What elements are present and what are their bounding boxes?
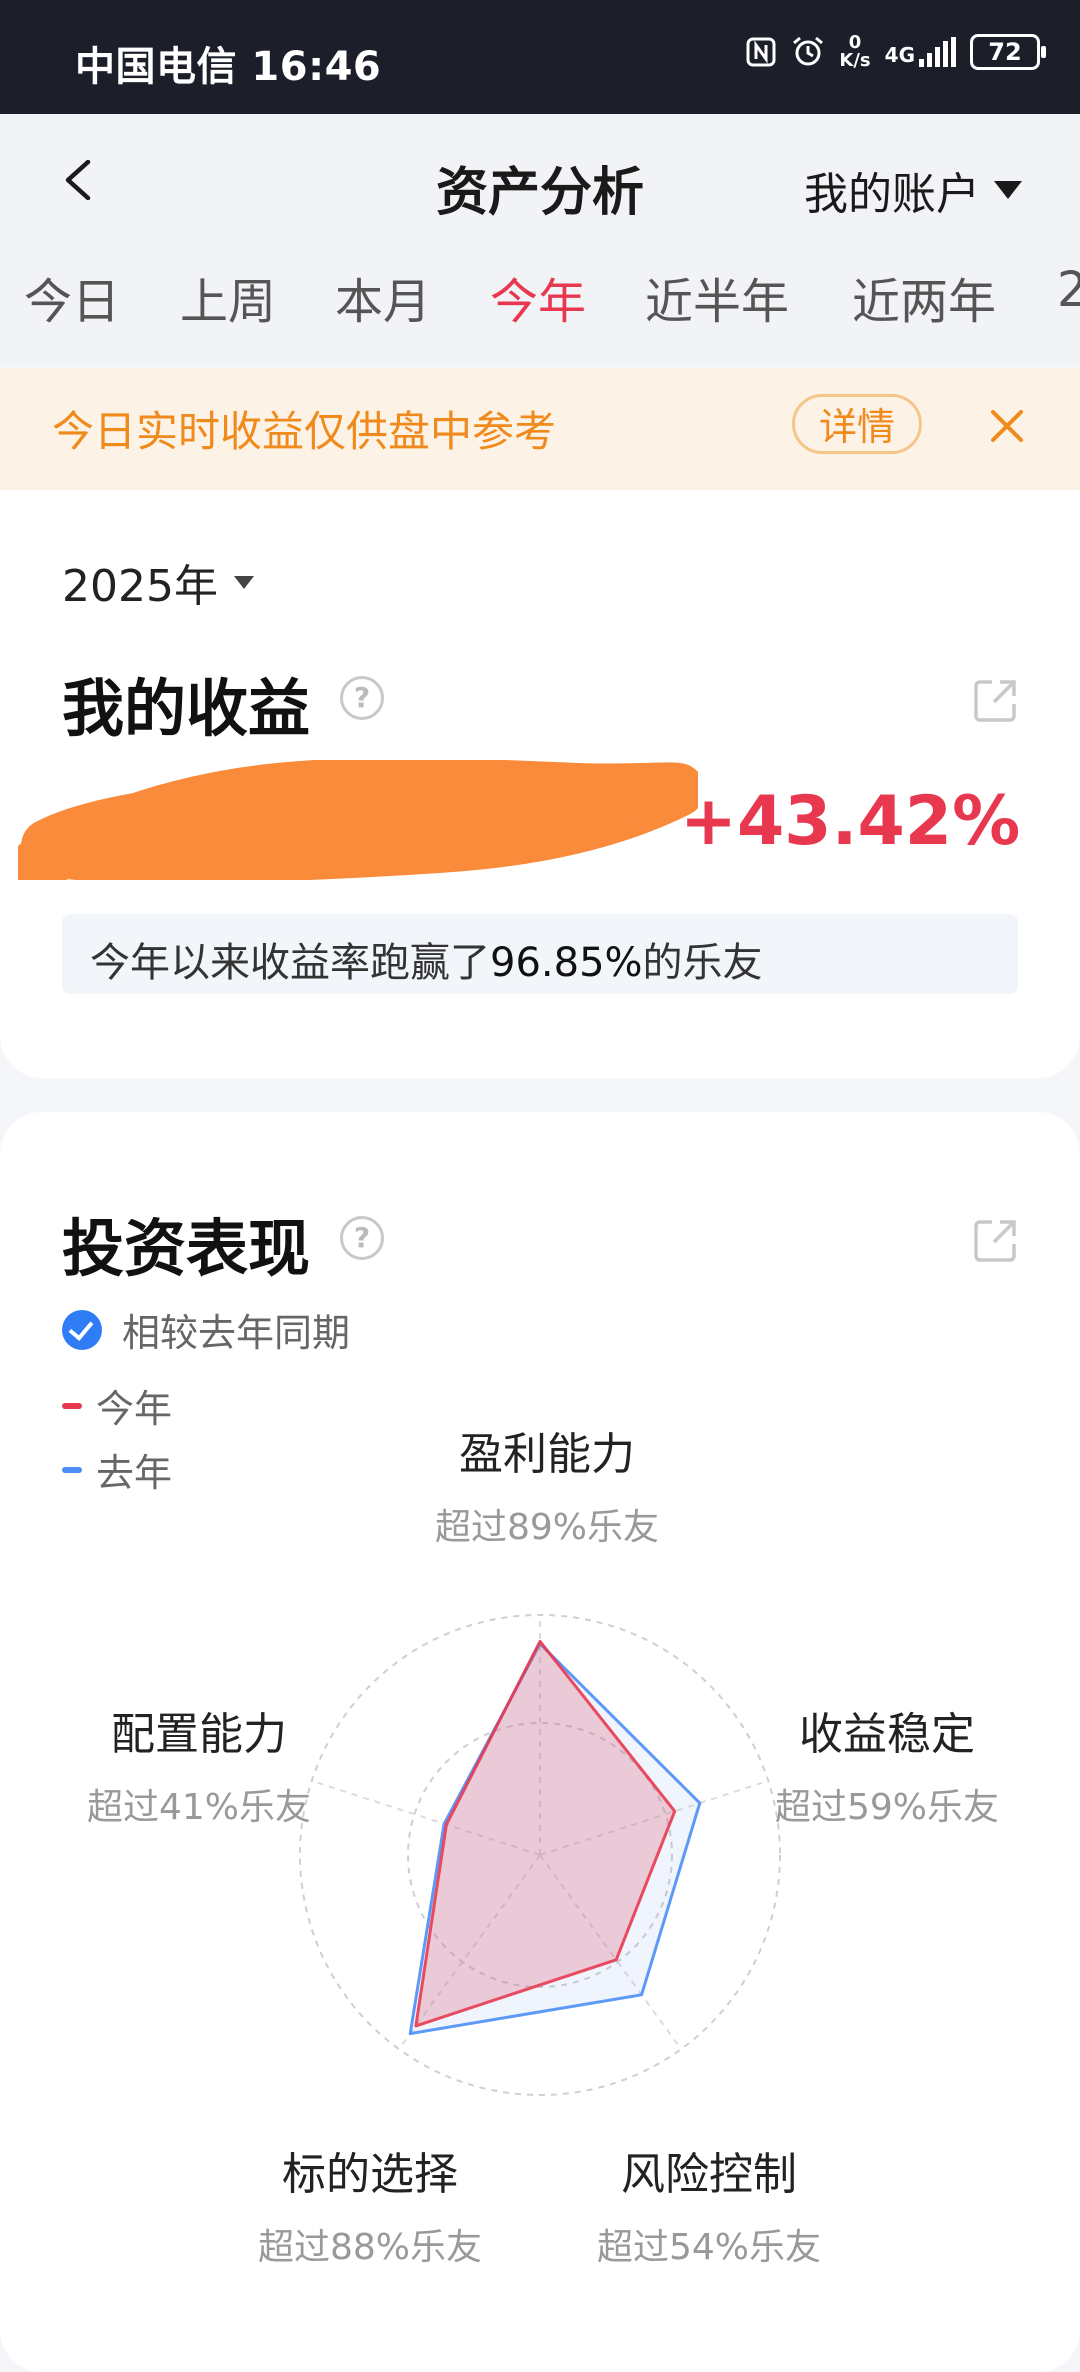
- nfc-icon: [746, 37, 776, 67]
- net-speed: 0 K/s: [839, 32, 871, 71]
- carrier-time: 中国电信 16:46: [75, 44, 382, 90]
- axis-label: 盈利能力: [459, 1429, 635, 1480]
- close-icon[interactable]: [985, 404, 1029, 448]
- account-label: 我的账户: [804, 169, 980, 220]
- axis-label: 标的选择: [282, 2149, 458, 2200]
- status-bar: 中国电信 16:46 0 K/s 4G 72: [0, 0, 1080, 114]
- axis-label: 配置能力: [111, 1709, 287, 1760]
- return-percent: +43.42%: [680, 782, 1021, 861]
- network-type: 4G: [884, 43, 915, 67]
- notice-banner: 今日实时收益仅供盘中参考 详情: [0, 368, 1080, 490]
- axis-sublabel: 超过41%乐友: [86, 1787, 312, 1828]
- rank-box: 今年以来收益率跑赢了96.85%的乐友: [62, 914, 1018, 994]
- year-selector[interactable]: 2025年: [62, 550, 254, 614]
- axis-sublabel: 超过54%乐友: [596, 2227, 822, 2268]
- details-button[interactable]: 详情: [792, 394, 922, 454]
- notice-text: 今日实时收益仅供盘中参考: [52, 407, 557, 456]
- tab-today[interactable]: 今日: [24, 262, 120, 332]
- account-selector[interactable]: 我的账户: [804, 158, 1022, 222]
- tab-this-month[interactable]: 本月: [335, 262, 431, 332]
- signal-icon: 4G: [885, 37, 956, 67]
- redaction-scribble: [18, 760, 698, 880]
- share-icon[interactable]: [970, 676, 1020, 726]
- rank-suffix: 的乐友: [642, 940, 763, 986]
- tab-half-year[interactable]: 近半年: [645, 262, 789, 332]
- earnings-title: 我的收益: [62, 672, 311, 745]
- axis-label: 风险控制: [621, 2149, 797, 2200]
- rank-prefix: 今年以来收益率跑赢了: [90, 940, 490, 986]
- tab-last-week[interactable]: 上周: [180, 262, 276, 332]
- year-label: 2025年: [62, 561, 218, 612]
- rank-value: 96.85%: [490, 940, 643, 986]
- period-tabs: 今日 上周 本月 今年 近半年 近两年 2: [0, 262, 1080, 342]
- tab-more[interactable]: 2: [1057, 262, 1080, 318]
- dropdown-arrow-icon: [233, 575, 254, 589]
- alarm-icon: [793, 36, 824, 66]
- tab-this-year[interactable]: 今年: [490, 262, 586, 332]
- dropdown-arrow-icon: [994, 181, 1022, 199]
- help-icon[interactable]: ?: [340, 676, 384, 720]
- battery-icon: 72: [970, 34, 1046, 70]
- status-icons: 0 K/s 4G 72: [745, 32, 1046, 71]
- axis-sublabel: 超过89%乐友: [434, 1507, 660, 1548]
- battery-level: 72: [988, 38, 1022, 66]
- axis-sublabel: 超过88%乐友: [257, 2227, 483, 2268]
- tab-two-years[interactable]: 近两年: [852, 262, 996, 332]
- rank-text: 今年以来收益率跑赢了96.85%的乐友: [90, 930, 763, 988]
- axis-label: 收益稳定: [799, 1709, 975, 1760]
- axis-sublabel: 超过59%乐友: [774, 1787, 1000, 1828]
